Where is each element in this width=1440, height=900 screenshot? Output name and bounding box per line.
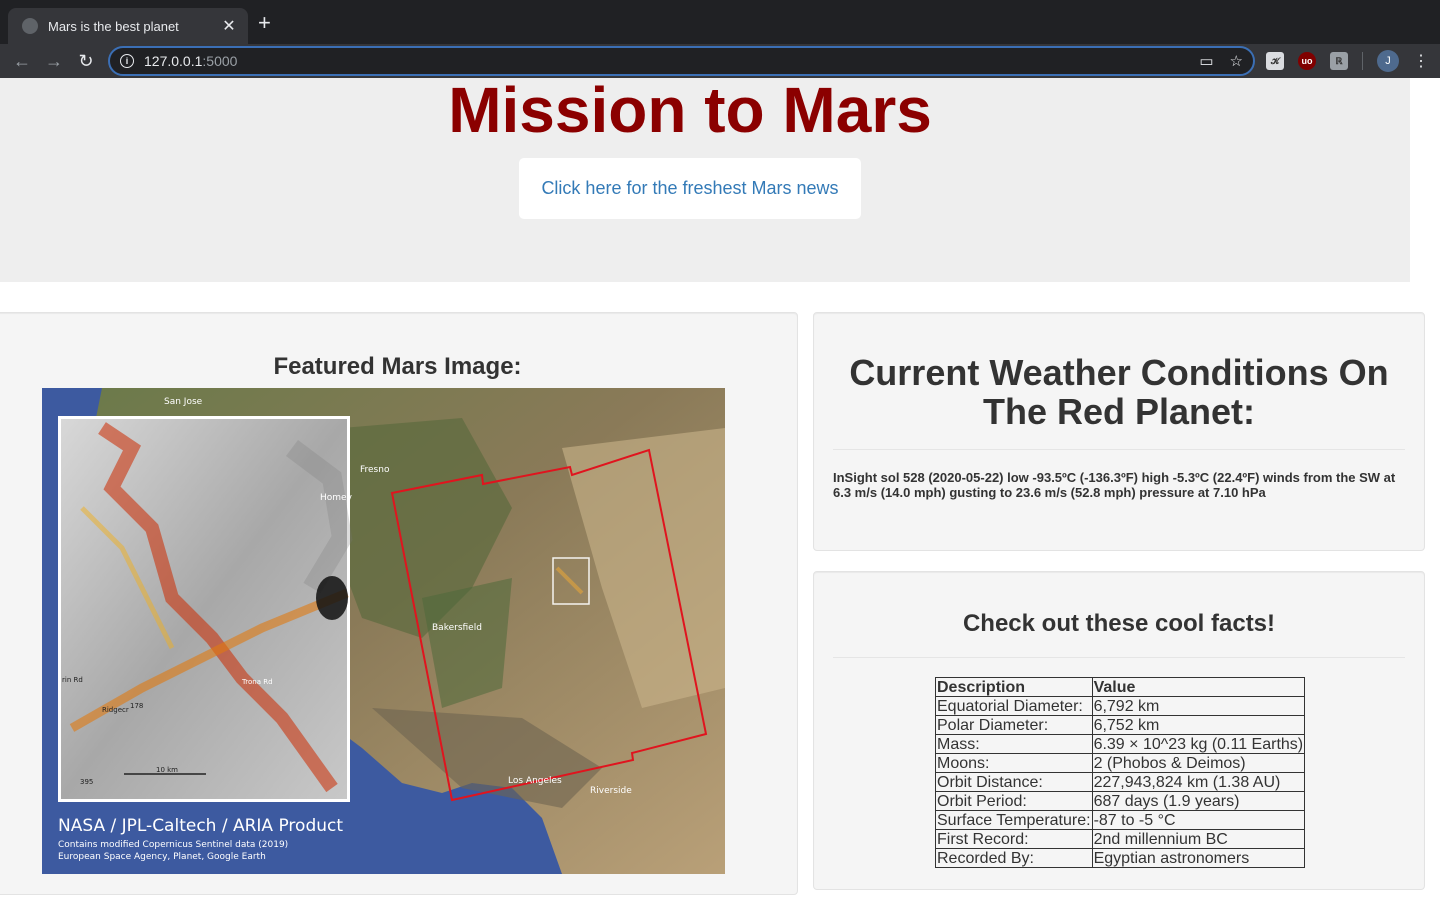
fact-value: 6,792 km (1091, 696, 1306, 716)
table-header-row: Description Value (935, 677, 1306, 697)
fact-description: Mass: (935, 734, 1093, 754)
map-label: Ridgecr (102, 706, 129, 714)
menu-dots-icon[interactable]: ⋮ (1413, 51, 1429, 71)
facts-title: Check out these cool facts! (962, 610, 1276, 637)
map-label: 395 (80, 778, 93, 786)
table-row: Equatorial Diameter: 6,792 km (935, 696, 1306, 716)
facts-table: Description Value Equatorial Diameter: 6,… (935, 677, 1306, 868)
page-title: Mission to Mars (448, 78, 932, 146)
fact-value: 227,943,824 km (1.38 AU) (1091, 772, 1306, 792)
weather-title: Current Weather Conditions On The Red Pl… (849, 352, 1389, 432)
url-host: 127.0.0.1 (144, 53, 203, 69)
fact-value: 2 (Phobos & Deimos) (1091, 753, 1306, 773)
bookmark-star-icon[interactable]: ☆ (1230, 52, 1243, 70)
table-row: Polar Diameter: 6,752 km (935, 715, 1306, 735)
fact-value: -87 to -5 °C (1091, 810, 1306, 830)
image-credit: NASA / JPL-Caltech / ARIA Product (58, 816, 343, 836)
globe-icon (22, 18, 38, 34)
profile-avatar[interactable]: J (1377, 50, 1399, 72)
map-label: Homev (320, 493, 353, 503)
column-header: Value (1091, 677, 1306, 697)
fact-value: 6,752 km (1091, 715, 1306, 735)
info-icon[interactable]: i (120, 54, 134, 68)
weather-panel: Current Weather Conditions On The Red Pl… (813, 312, 1425, 551)
extension-icon[interactable]: ℝ (1330, 52, 1348, 70)
featured-image-title: Featured Mars Image: (273, 353, 522, 380)
scale-label: 10 km (156, 766, 178, 774)
scrape-news-button[interactable]: Click here for the freshest Mars news (519, 158, 861, 219)
featured-image-panel: Featured Mars Image: San Jose Fresno Hom… (0, 312, 798, 895)
table-row: Recorded By: Egyptian astronomers (935, 848, 1306, 868)
table-row: Orbit Period: 687 days (1.9 years) (935, 791, 1306, 811)
map-label: 178 (130, 702, 143, 710)
url-port: :5000 (202, 53, 238, 69)
fact-description: Equatorial Diameter: (935, 696, 1093, 716)
column-header: Description (935, 677, 1093, 697)
fact-description: Orbit Period: (935, 791, 1093, 811)
map-label: rin Rd (62, 676, 83, 684)
fact-description: Recorded By: (935, 848, 1093, 868)
fact-description: First Record: (935, 829, 1093, 849)
facts-panel: Check out these cool facts! Description … (813, 571, 1425, 890)
table-row: Mass: 6.39 × 10^23 kg (0.11 Earths) (935, 734, 1306, 754)
new-tab-button[interactable]: + (258, 12, 271, 34)
address-bar[interactable]: i 127.0.0.1 :5000 ▭ ☆ (108, 46, 1255, 76)
divider (833, 449, 1405, 450)
back-icon[interactable]: ← (6, 45, 38, 77)
image-credit-line: European Space Agency, Planet, Google Ea… (58, 852, 266, 862)
fact-value: 687 days (1.9 years) (1091, 791, 1306, 811)
browser-toolbar: ← → ↻ i 127.0.0.1 :5000 ▭ ☆ 𝓚 uo ℝ J ⋮ (0, 44, 1440, 78)
weather-report: InSight sol 528 (2020-05-22) low -93.5ºC… (833, 470, 1396, 500)
featured-mars-image: San Jose Fresno Homev Bakersfield Los An… (42, 388, 725, 874)
page-content: Mission to Mars Click here for the fresh… (0, 78, 1440, 900)
table-row: Orbit Distance: 227,943,824 km (1.38 AU) (935, 772, 1306, 792)
fact-description: Moons: (935, 753, 1093, 773)
cast-icon[interactable]: ▭ (1199, 52, 1213, 70)
browser-tab[interactable]: Mars is the best planet ✕ (8, 8, 248, 44)
jumbotron: Mission to Mars Click here for the fresh… (0, 78, 1410, 282)
fact-description: Surface Temperature: (935, 810, 1093, 830)
forward-icon[interactable]: → (38, 45, 70, 77)
map-label: Los Angeles (508, 776, 562, 786)
reload-icon[interactable]: ↻ (70, 45, 102, 77)
fact-value: Egyptian astronomers (1091, 848, 1306, 868)
map-label: Bakersfield (432, 623, 482, 633)
fact-description: Polar Diameter: (935, 715, 1093, 735)
extension-icon[interactable]: 𝓚 (1266, 52, 1284, 70)
close-tab-icon[interactable]: ✕ (220, 16, 238, 36)
image-credit-line: Contains modified Copernicus Sentinel da… (58, 840, 288, 850)
divider (833, 657, 1405, 658)
map-label: Riverside (590, 786, 632, 796)
fact-value: 6.39 × 10^23 kg (0.11 Earths) (1091, 734, 1306, 754)
map-label: San Jose (164, 397, 203, 407)
map-label: Fresno (360, 465, 390, 475)
table-row: First Record: 2nd millennium BC (935, 829, 1306, 849)
toolbar-divider (1362, 52, 1363, 70)
browser-tab-bar: Mars is the best planet ✕ + (0, 0, 1440, 44)
tab-title: Mars is the best planet (48, 18, 179, 34)
ublock-icon[interactable]: uo (1298, 52, 1316, 70)
map-label: Trona Rd (241, 678, 273, 686)
table-row: Surface Temperature: -87 to -5 °C (935, 810, 1306, 830)
fact-description: Orbit Distance: (935, 772, 1093, 792)
fact-value: 2nd millennium BC (1091, 829, 1306, 849)
table-row: Moons: 2 (Phobos & Deimos) (935, 753, 1306, 773)
